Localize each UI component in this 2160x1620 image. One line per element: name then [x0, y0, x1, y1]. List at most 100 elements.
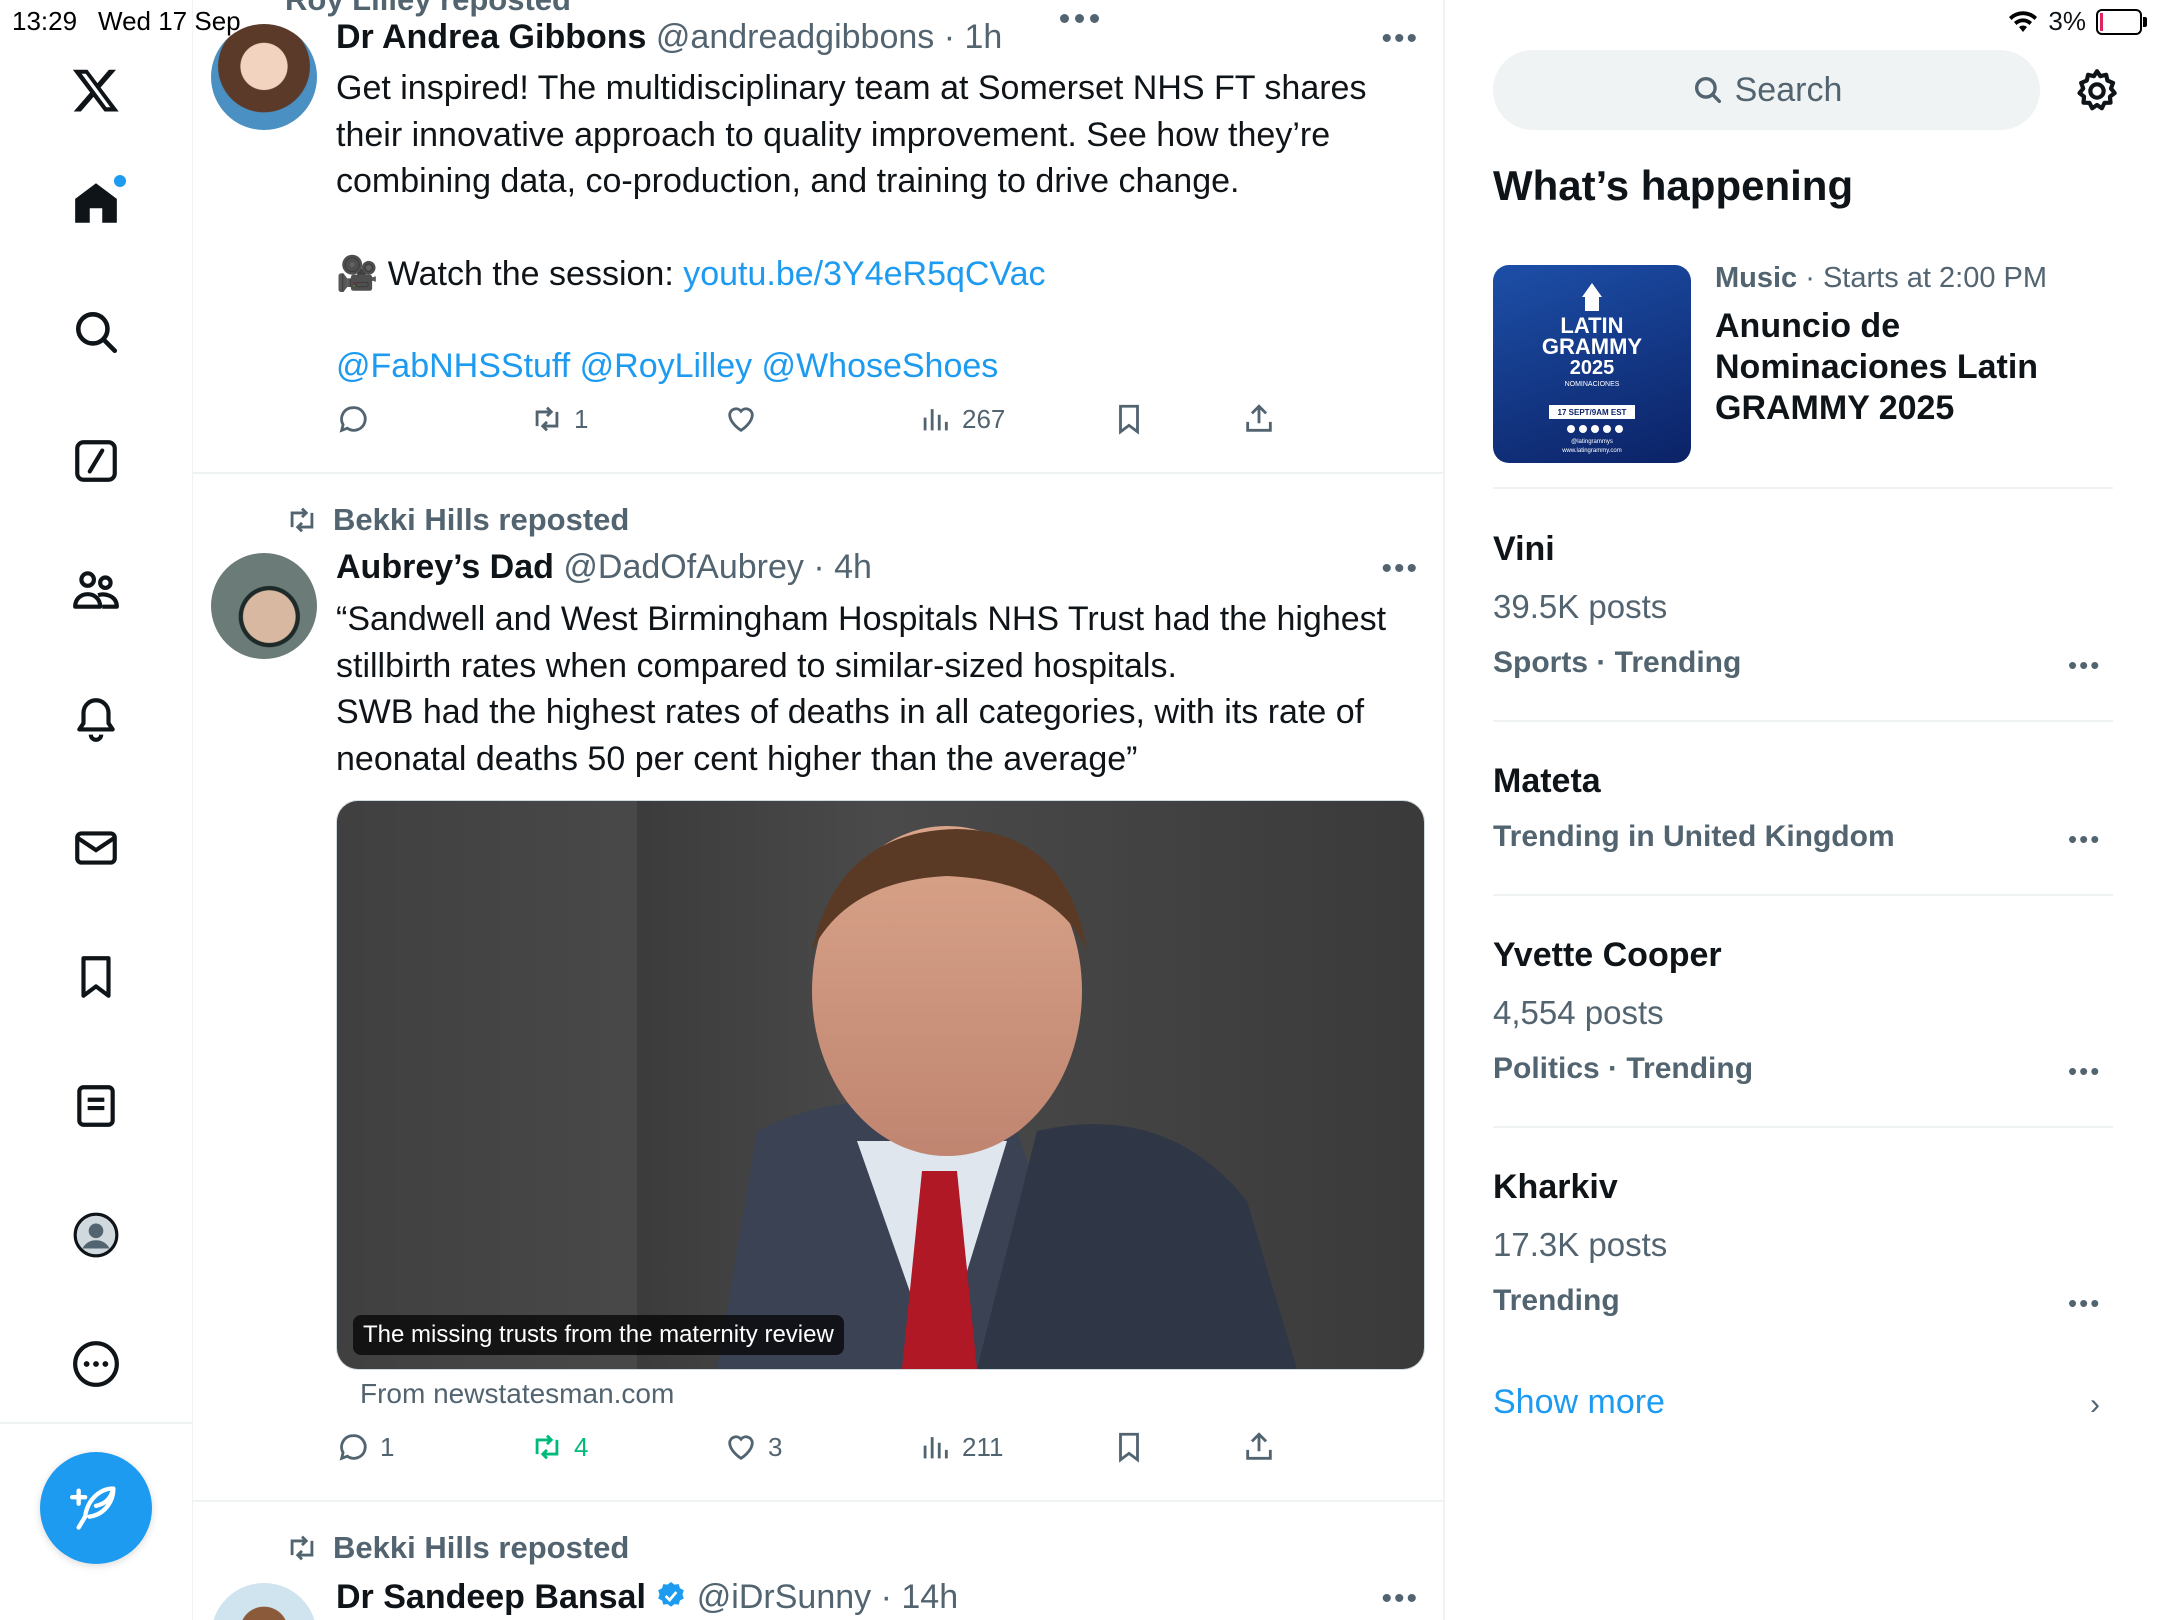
repost-label: Bekki Hills reposted: [285, 1530, 629, 1566]
avatar-sandeep-bansal[interactable]: [211, 1583, 317, 1620]
communities-icon[interactable]: [56, 550, 136, 630]
sidebar-divider: [1493, 894, 2113, 896]
author-name[interactable]: Dr Andrea Gibbons: [336, 18, 646, 56]
more-options-icon[interactable]: [56, 1324, 136, 1404]
author-handle[interactable]: @iDrSunny: [697, 1578, 871, 1616]
promo-text-url: www.latingrammy.com: [1561, 448, 1622, 454]
trend-more-button[interactable]: •••: [2068, 1056, 2101, 1087]
sidebar-divider: [1493, 720, 2113, 722]
promo-text-date: 17 SEPT/9AM EST: [1558, 408, 1627, 417]
battery-icon: [2096, 8, 2147, 35]
repost-label: Bekki Hills reposted: [285, 502, 629, 538]
share-icon: [1246, 1432, 1272, 1460]
trend-title[interactable]: Vini: [1493, 530, 1555, 569]
card-source[interactable]: From newstatesman.com: [360, 1378, 674, 1410]
tweet-time[interactable]: 1h: [965, 18, 1003, 56]
tweet-time[interactable]: 14h: [901, 1578, 958, 1616]
feather-plus-icon: [70, 1486, 116, 1530]
home-icon[interactable]: [56, 163, 136, 243]
show-more-link[interactable]: Show more: [1493, 1383, 1665, 1422]
promo-text-nominaciones: NOMINACIONES: [1565, 381, 1620, 388]
author-name[interactable]: Dr Sandeep Bansal: [336, 1578, 646, 1616]
tweet-text: Get inspired! The multidisciplinary team…: [336, 65, 1396, 390]
heart-icon: [728, 1435, 754, 1461]
timeline-feed: Roy Lilley reposted Dr Andrea Gibbons @a…: [193, 0, 1445, 1620]
trend-title[interactable]: Kharkiv: [1493, 1168, 1618, 1207]
settings-gear-icon[interactable]: [2072, 66, 2122, 116]
promo-title[interactable]: Anuncio de Nominaciones Latin GRAMMY 202…: [1715, 306, 2075, 429]
battery-percent: 3%: [2048, 6, 2086, 36]
author-name[interactable]: Aubrey’s Dad: [336, 548, 554, 586]
promo-text-handle: @latingrammys: [1571, 439, 1613, 445]
views-button[interactable]: 267: [918, 402, 1005, 436]
views-button[interactable]: 211: [918, 1430, 1003, 1464]
avatar-aubreys-dad[interactable]: [211, 553, 317, 659]
bookmark-button[interactable]: [1112, 1430, 1146, 1464]
whats-happening-title: What’s happening: [1493, 162, 1854, 209]
repost-icon: [535, 1434, 559, 1460]
reply-icon: [339, 1434, 367, 1461]
profile-avatar-icon[interactable]: [56, 1195, 136, 1275]
search-input[interactable]: Search: [1493, 50, 2040, 130]
like-button[interactable]: 3: [724, 1430, 782, 1464]
link-card-image[interactable]: The missing trusts from the maternity re…: [336, 800, 1425, 1370]
trend-more-button[interactable]: •••: [2068, 650, 2101, 681]
repost-icon: [290, 1535, 314, 1561]
trend-title[interactable]: Yvette Cooper: [1493, 936, 1722, 975]
tweet-more-button[interactable]: •••: [1381, 22, 1419, 56]
reply-button[interactable]: 1: [336, 1430, 394, 1464]
search-icon: [1694, 76, 1721, 104]
share-button[interactable]: [1242, 402, 1276, 436]
verified-badge-icon: [658, 1582, 685, 1607]
promo-text-grammy: GRAMMY: [1542, 334, 1643, 359]
tweet-divider: [193, 1500, 1443, 1502]
nav-divider: [0, 1422, 192, 1424]
compose-post-button[interactable]: [40, 1452, 152, 1564]
trend-title[interactable]: Mateta: [1493, 762, 1601, 801]
x-logo-icon[interactable]: [56, 50, 136, 130]
repost-button[interactable]: 1: [530, 402, 588, 436]
bookmarks-icon[interactable]: [56, 937, 136, 1017]
grok-icon[interactable]: [56, 421, 136, 501]
trend-more-button[interactable]: •••: [2068, 824, 2101, 855]
mentions-links[interactable]: @FabNHSStuff @RoyLilley @WhoseShoes: [336, 343, 1396, 390]
trend-posts: 39.5K posts: [1493, 588, 1668, 625]
views-chart-icon: [923, 1437, 948, 1459]
notifications-bell-icon[interactable]: [56, 679, 136, 759]
tweet-text: “Sandwell and West Birmingham Hospitals …: [336, 600, 1387, 778]
bookmark-button[interactable]: [1112, 402, 1146, 436]
heart-icon: [728, 407, 754, 433]
repost-button[interactable]: 4: [530, 1430, 588, 1464]
author-handle[interactable]: @DadOfAubrey: [563, 548, 804, 586]
watch-prefix: 🎥 Watch the session:: [336, 254, 684, 293]
tweet-more-button[interactable]: •••: [1381, 552, 1419, 586]
card-caption: The missing trusts from the maternity re…: [353, 1315, 844, 1355]
latin-grammy-promo-image[interactable]: LATIN GRAMMY 2025 NOMINACIONES 17 SEPT/9…: [1493, 265, 1691, 463]
trend-posts: 4,554 posts: [1493, 994, 1664, 1031]
reply-button[interactable]: [336, 402, 380, 436]
trend-category: Politics · Trending: [1493, 1052, 1754, 1085]
left-navigation: [0, 0, 193, 1620]
avatar-andrea-gibbons[interactable]: [211, 24, 317, 130]
status-indicators: 3%: [2008, 6, 2147, 37]
author-handle[interactable]: @andreadgibbons: [656, 18, 934, 56]
reply-icon: [339, 406, 367, 433]
youtube-link[interactable]: youtu.be/3Y4eR5qCVac: [683, 255, 1045, 293]
share-button[interactable]: [1242, 1430, 1276, 1464]
like-button[interactable]: [724, 402, 768, 436]
messages-envelope-icon[interactable]: [56, 808, 136, 888]
views-chart-icon: [923, 409, 948, 431]
tweet-divider: [193, 472, 1443, 474]
repost-icon: [290, 507, 314, 533]
article-photo: [337, 801, 1424, 1369]
repost-icon: [535, 406, 559, 432]
explore-search-icon[interactable]: [56, 292, 136, 372]
tweet-time[interactable]: 4h: [834, 548, 872, 586]
tweet-more-button[interactable]: •••: [1381, 1582, 1419, 1616]
share-icon: [1246, 404, 1272, 432]
lists-icon[interactable]: [56, 1066, 136, 1146]
trend-more-button[interactable]: •••: [2068, 1288, 2101, 1319]
promo-meta: Music · Starts at 2:00 PM: [1715, 262, 2048, 294]
trend-category: Trending: [1493, 1284, 1620, 1317]
trend-category: Sports · Trending: [1493, 646, 1742, 679]
